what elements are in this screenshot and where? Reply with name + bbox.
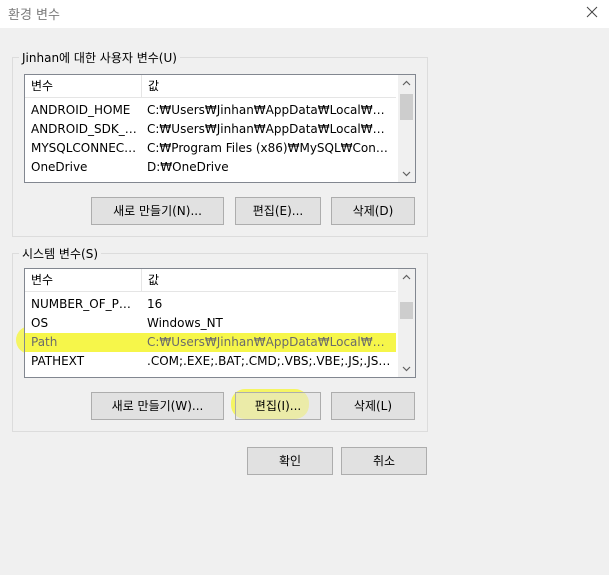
variable-name: ANDROID_HOME xyxy=(31,103,131,117)
table-row[interactable]: PATHEXT .COM;.EXE;.BAT;.CMD;.VBS;.VBE;.J… xyxy=(25,352,396,371)
table-row[interactable]: OS Windows_NT xyxy=(25,314,396,333)
variable-value: D:₩OneDrive xyxy=(147,160,229,174)
scroll-thumb[interactable] xyxy=(400,94,413,120)
user-variables-list[interactable]: 변수 값 ANDROID_HOME C:₩Users₩Jinhan₩AppDat… xyxy=(24,74,416,183)
scroll-thumb[interactable] xyxy=(400,302,413,319)
ok-button[interactable]: 확인 xyxy=(247,447,333,475)
window-title: 환경 변수 xyxy=(8,8,60,23)
variable-value: Windows_NT xyxy=(147,316,223,330)
user-edit-button[interactable]: 편집(E)... xyxy=(235,197,321,225)
close-icon[interactable] xyxy=(581,1,603,23)
system-edit-button[interactable]: 편집(I)... xyxy=(235,392,321,420)
variable-name: OS xyxy=(31,316,49,330)
system-delete-button[interactable]: 삭제(L) xyxy=(331,392,415,420)
scroll-down-icon[interactable] xyxy=(398,360,415,377)
cancel-button[interactable]: 취소 xyxy=(341,447,427,475)
user-new-button[interactable]: 새로 만들기(N)... xyxy=(91,197,224,225)
column-header-value[interactable]: 값 xyxy=(142,269,396,291)
variable-name: NUMBER_OF_PRO... xyxy=(31,297,139,311)
variable-value: C:₩Users₩Jinhan₩AppData₩Local₩Androi... xyxy=(147,103,391,117)
variable-value: C:₩Users₩Jinhan₩AppData₩Local₩Androi... xyxy=(147,122,391,136)
table-row[interactable]: ANDROID_HOME C:₩Users₩Jinhan₩AppData₩Loc… xyxy=(25,101,396,120)
column-header-variable[interactable]: 변수 xyxy=(25,269,141,291)
scroll-down-icon[interactable] xyxy=(398,165,415,182)
variable-name: MYSQLCONNECT... xyxy=(31,141,139,155)
variable-name: Path xyxy=(31,335,58,349)
vertical-scrollbar[interactable] xyxy=(398,75,415,182)
column-header-value[interactable]: 값 xyxy=(142,75,396,97)
list-header: 변수 값 xyxy=(25,75,396,98)
variable-value: .COM;.EXE;.BAT;.CMD;.VBS;.VBE;.JS;.JSE;.… xyxy=(147,354,391,368)
variable-value: C:₩Program Files (x86)₩MySQL₩Connecto... xyxy=(147,141,391,155)
scroll-up-icon[interactable] xyxy=(398,269,415,286)
system-variables-list[interactable]: 변수 값 NUMBER_OF_PRO... 16 OS Windows_NT P… xyxy=(24,268,416,378)
variable-name: OneDrive xyxy=(31,160,88,174)
vertical-scrollbar[interactable] xyxy=(398,269,415,377)
system-new-button[interactable]: 새로 만들기(W)... xyxy=(91,392,224,420)
table-row[interactable]: NUMBER_OF_PRO... 16 xyxy=(25,295,396,314)
list-header: 변수 값 xyxy=(25,269,396,292)
user-variables-legend: Jinhan에 대한 사용자 변수(U) xyxy=(22,51,177,65)
user-delete-button[interactable]: 삭제(D) xyxy=(331,197,415,225)
scroll-up-icon[interactable] xyxy=(398,75,415,92)
table-row-path[interactable]: Path C:₩Users₩Jinhan₩AppData₩Local₩GitHu… xyxy=(25,333,396,352)
variable-value: 16 xyxy=(147,297,163,311)
table-row[interactable]: MYSQLCONNECT... C:₩Program Files (x86)₩M… xyxy=(25,139,396,158)
variable-value: C:₩Users₩Jinhan₩AppData₩Local₩GitHub... xyxy=(147,335,391,349)
variable-name: PATHEXT xyxy=(31,354,85,368)
title-bar: 환경 변수 xyxy=(0,0,609,28)
variable-name: ANDROID_SDK_R... xyxy=(31,122,139,136)
column-header-variable[interactable]: 변수 xyxy=(25,75,141,97)
system-variables-legend: 시스템 변수(S) xyxy=(22,247,98,261)
table-row[interactable]: OneDrive D:₩OneDrive xyxy=(25,158,396,177)
table-row[interactable]: ANDROID_SDK_R... C:₩Users₩Jinhan₩AppData… xyxy=(25,120,396,139)
